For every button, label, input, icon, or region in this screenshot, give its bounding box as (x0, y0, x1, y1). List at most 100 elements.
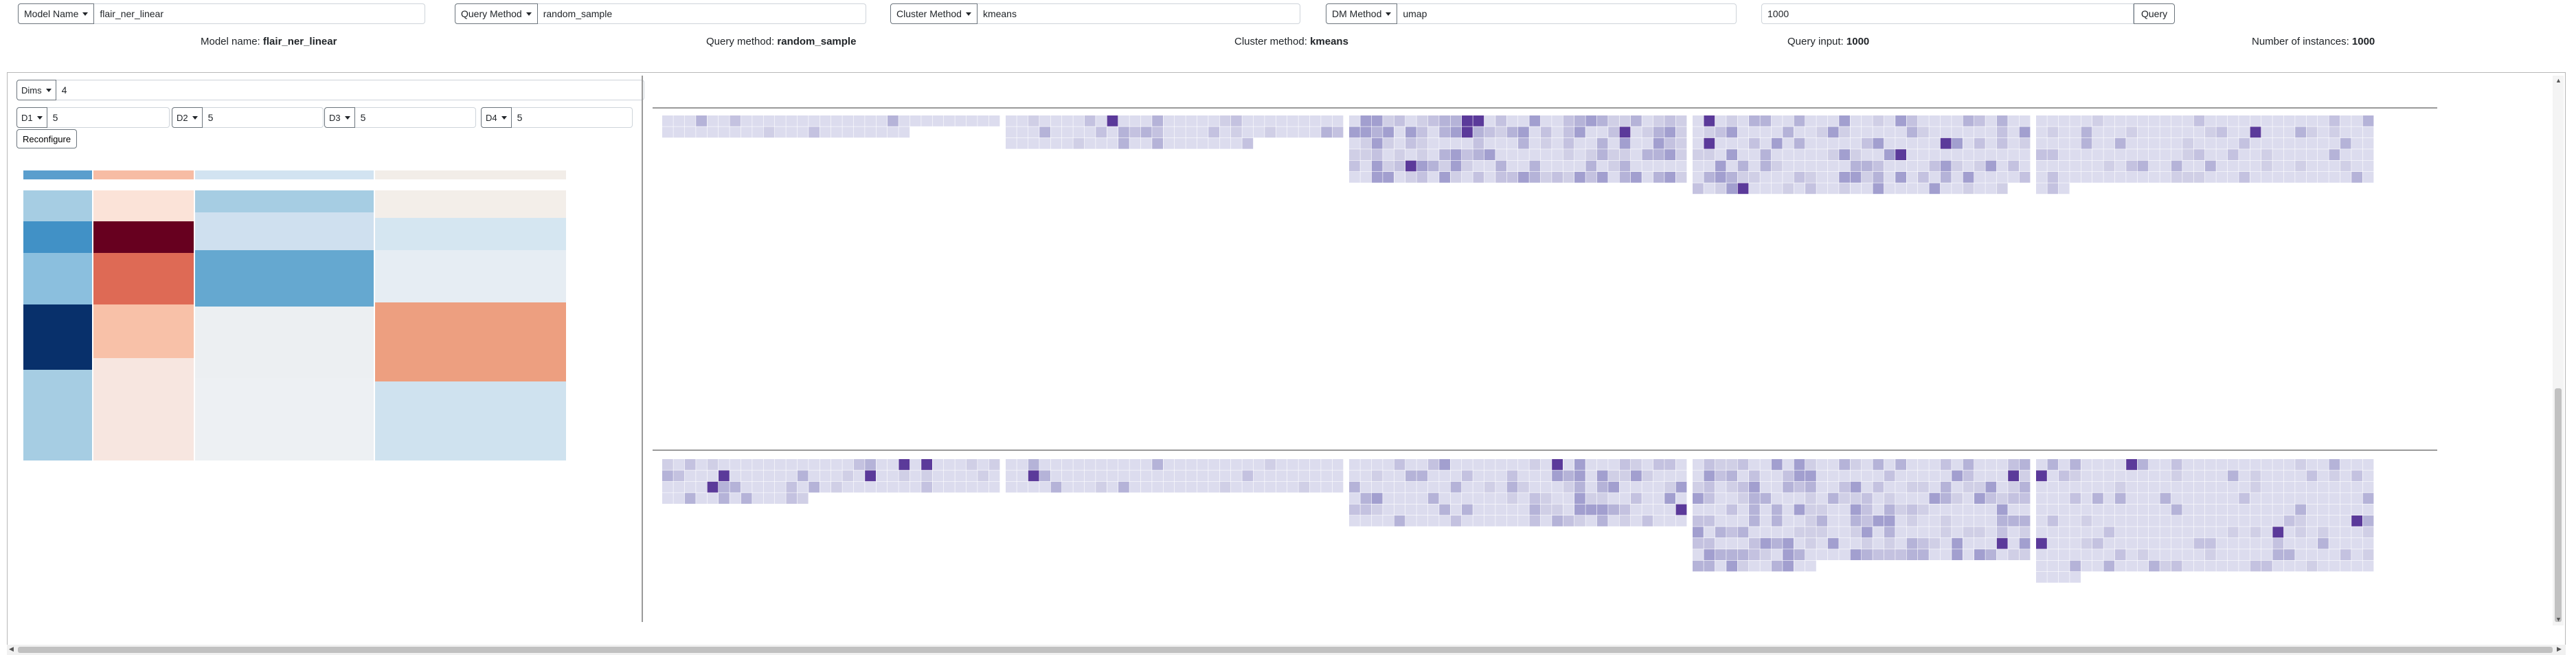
grid-cell (1298, 470, 1310, 482)
dm-method-dropdown[interactable]: DM Method (1326, 3, 1398, 24)
grid-cell (2250, 481, 2261, 493)
d2-dropdown[interactable]: D2 (172, 107, 203, 128)
grid-cell (1276, 126, 1287, 138)
grid-cell (1704, 515, 1715, 526)
model-name-input[interactable] (94, 3, 426, 24)
grid-cell (2126, 126, 2137, 138)
grid-cell (2362, 172, 2374, 183)
dims-input[interactable] (56, 80, 644, 100)
grid-cell (1360, 493, 1372, 504)
d3-input[interactable] (354, 107, 476, 128)
grid-cell (1506, 504, 1518, 515)
cluster-method-dropdown[interactable]: Cluster Method (890, 3, 978, 24)
grid-cell (2362, 537, 2374, 549)
grid-cell (1608, 515, 1619, 526)
grid-cell (1427, 126, 1439, 138)
reconfigure-button[interactable]: Reconfigure (16, 129, 78, 148)
grid-cell (1704, 459, 1715, 470)
grid-cell (1309, 126, 1321, 138)
grid-cell (2058, 160, 2070, 172)
grid-cell (1726, 493, 1737, 504)
grid-cell (1495, 504, 1506, 515)
grid-cell (684, 470, 696, 482)
grid-cell (2340, 115, 2351, 126)
grid-cell (1783, 149, 1794, 160)
grid-cell (741, 459, 752, 470)
d1-input[interactable] (47, 107, 170, 128)
heatmap-cell (23, 370, 92, 460)
grid-cell (1952, 481, 1963, 493)
grid-cell (2351, 526, 2362, 538)
grid-cell (2081, 160, 2092, 172)
grid-cell (809, 470, 820, 482)
scroll-right-icon[interactable]: ▶ (2557, 645, 2562, 653)
grid-cell (1850, 172, 1862, 183)
grid-cell (2295, 459, 2306, 470)
query-method-dropdown[interactable]: Query Method (455, 3, 538, 24)
grid-cell (1619, 172, 1631, 183)
grid-cell (1473, 504, 1484, 515)
grid-cell (1760, 493, 1772, 504)
grid-cell (1940, 549, 1952, 560)
grid-cell (662, 493, 673, 504)
scroll-left-icon[interactable]: ◀ (9, 645, 14, 653)
dims-control: Dims (16, 80, 644, 100)
grid-cell (1760, 504, 1772, 515)
grid-cell (1242, 137, 1254, 149)
query-method-input[interactable] (537, 3, 866, 24)
grid-cell (1631, 160, 1642, 172)
vertical-scrollbar[interactable]: ▲ ▼ (2553, 76, 2564, 625)
grid-cell (966, 481, 978, 493)
cluster-method-input[interactable] (977, 3, 1300, 24)
scroll-up-icon[interactable]: ▲ (2555, 77, 2562, 84)
d4-dropdown[interactable]: D4 (481, 107, 512, 128)
grid-cell (1974, 459, 1985, 470)
grid-cell (1783, 560, 1794, 572)
grid-cell (1462, 515, 1473, 526)
grid-cell (1608, 470, 1619, 482)
grid-cell (1427, 459, 1439, 470)
grid-cell (1726, 160, 1737, 172)
hscroll-thumb[interactable] (18, 647, 2553, 653)
grid-cell (1749, 126, 1760, 138)
grid-cell (1152, 470, 1163, 482)
heatmap-cell (195, 250, 374, 307)
grid-cell (2103, 160, 2115, 172)
grid-cell (2160, 459, 2171, 470)
dims-dropdown[interactable]: Dims (16, 80, 56, 100)
grid-cell (2272, 526, 2284, 538)
grid-cell (1783, 515, 1794, 526)
grid-cell (1862, 149, 1873, 160)
grid-cell (1963, 115, 1974, 126)
grid-cell (2318, 137, 2329, 149)
grid-cell (1529, 459, 1541, 470)
d4-input[interactable] (511, 107, 633, 128)
grid-cell (2019, 549, 2031, 560)
grid-cell (2227, 115, 2239, 126)
d2-input[interactable] (202, 107, 324, 128)
grid-cell (2306, 560, 2318, 572)
grid-cell (1974, 126, 1985, 138)
grid-cell (2329, 481, 2340, 493)
model-name-dropdown[interactable]: Model Name (18, 3, 95, 24)
panel-divider[interactable] (642, 76, 643, 622)
grid-cell (1028, 470, 1039, 482)
grid-cell (2160, 470, 2171, 482)
grid-cell (1816, 137, 1828, 149)
query-button[interactable]: Query (2134, 3, 2176, 24)
grid-cell (1484, 115, 1495, 126)
grid-cell (752, 470, 763, 482)
grid-cell (2008, 493, 2019, 504)
scroll-thumb[interactable] (2555, 388, 2562, 622)
grid-cell (1450, 172, 1462, 183)
dm-method-input[interactable] (1397, 3, 1737, 24)
grid-cell (2081, 126, 2092, 138)
query-input[interactable] (1761, 3, 2134, 24)
d3-dropdown[interactable]: D3 (324, 107, 355, 128)
grid-cell (1529, 149, 1541, 160)
d1-dropdown[interactable]: D1 (16, 107, 47, 128)
horizontal-scrollbar[interactable]: ◀ ▶ (7, 645, 2566, 655)
scroll-down-icon[interactable]: ▼ (2555, 616, 2562, 623)
grid-cell (2019, 470, 2031, 482)
grid-cell (1929, 183, 1941, 195)
